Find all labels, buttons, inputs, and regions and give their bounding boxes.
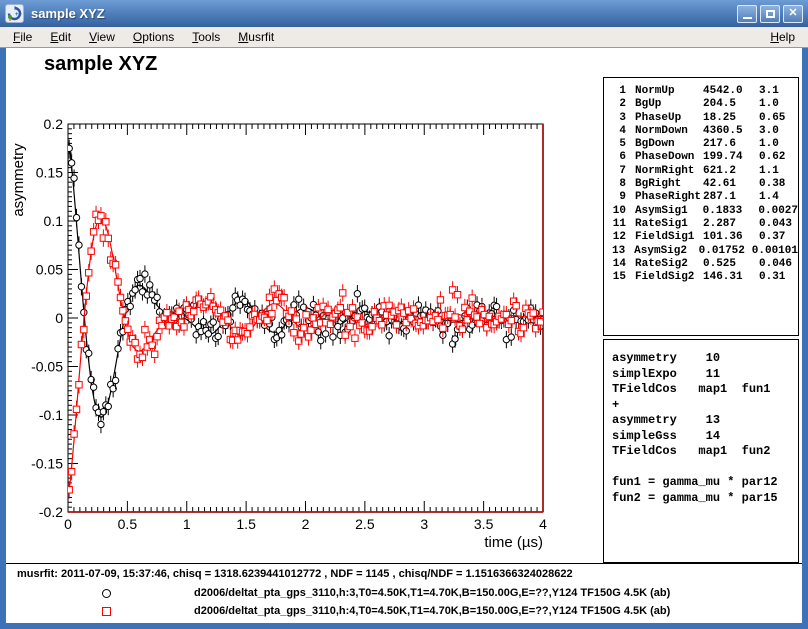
theory-box: asymmetry 10 simplExpo 11 TFieldCos map1… — [603, 339, 799, 563]
maximize-button[interactable] — [760, 5, 780, 23]
svg-text:-0.2: -0.2 — [39, 504, 63, 520]
menu-help[interactable]: Help — [761, 28, 804, 46]
svg-text:0.5: 0.5 — [118, 516, 138, 532]
maximize-icon — [766, 10, 775, 18]
param-row: 6PhaseDown199.740.62 — [604, 151, 798, 164]
close-button[interactable]: ✕ — [783, 5, 803, 23]
svg-text:0.1: 0.1 — [44, 213, 64, 229]
param-row: 7NormRight621.21.1 — [604, 165, 798, 178]
fit-parameter-table: 1NormUp4542.03.12BgUp204.51.03PhaseUp18.… — [603, 77, 799, 336]
svg-text:0: 0 — [55, 310, 63, 326]
param-row: 8BgRight42.610.38 — [604, 178, 798, 191]
param-row: 15FieldSig2146.310.31 — [604, 271, 798, 284]
square-marker-icon — [102, 607, 111, 616]
asymmetry-plot[interactable]: 0 0.5 1 1.5 2 2.5 3 3.5 4 0.2 0.15 0.1 0.05 0 -0.05 -0.… — [6, 48, 600, 564]
svg-text:0: 0 — [64, 516, 72, 532]
root-canvas: sample XYZ 00.511.522.533.540.20.150.10.… — [6, 48, 802, 623]
param-row: 5BgDown217.61.0 — [604, 138, 798, 151]
menu-item-edit[interactable]: Edit — [41, 28, 80, 46]
legend-entry-1: d2006/deltat_pta_gps_3110,h:3,T0=4.50K,T… — [6, 587, 802, 601]
svg-text:1.5: 1.5 — [236, 516, 256, 532]
svg-text:++: ++ — [15, 12, 22, 18]
fit-status-line: musrfit: 2011-07-09, 15:37:46, chisq = 1… — [17, 568, 573, 580]
param-row: 9PhaseRight287.11.4 — [604, 191, 798, 204]
menu-bar: FileEditViewOptionsToolsMusrfit Help — [0, 27, 808, 48]
svg-text:0.15: 0.15 — [36, 165, 63, 181]
svg-text:0.05: 0.05 — [36, 262, 63, 278]
theory-text: asymmetry 10 simplExpo 11 TFieldCos map1… — [604, 340, 798, 517]
menu-items: FileEditViewOptionsToolsMusrfit — [4, 28, 283, 46]
svg-text:1: 1 — [183, 516, 191, 532]
menu-item-musrfit[interactable]: Musrfit — [229, 28, 283, 46]
minimize-icon — [743, 17, 752, 19]
legend-label: d2006/deltat_pta_gps_3110,h:4,T0=4.50K,T… — [194, 605, 670, 617]
svg-text:-0.1: -0.1 — [39, 407, 63, 423]
param-row: 11RateSig12.2870.043 — [604, 218, 798, 231]
param-row: 10AsymSig10.18330.0027 — [604, 205, 798, 218]
svg-text:3.5: 3.5 — [474, 516, 494, 532]
param-row: 14RateSig20.5250.046 — [604, 258, 798, 271]
svg-text:time (µs): time (µs) — [484, 534, 543, 551]
title-bar[interactable]: ++ sample XYZ ✕ — [0, 0, 808, 27]
app-window: ++ sample XYZ ✕ FileEditViewOptionsTools… — [0, 0, 808, 629]
svg-text:3: 3 — [420, 516, 428, 532]
svg-text:0.2: 0.2 — [44, 116, 64, 132]
close-icon: ✕ — [788, 8, 797, 19]
legend-label: d2006/deltat_pta_gps_3110,h:3,T0=4.50K,T… — [194, 587, 670, 599]
param-row: 2BgUp204.51.0 — [604, 98, 798, 111]
svg-text:2: 2 — [302, 516, 310, 532]
param-row: 12FieldSig1101.360.37 — [604, 231, 798, 244]
circle-marker-icon — [102, 589, 111, 598]
menu-item-file[interactable]: File — [4, 28, 41, 46]
param-row: 13AsymSig20.017520.00101 — [604, 245, 798, 258]
svg-text:2.5: 2.5 — [355, 516, 375, 532]
svg-text:-0.05: -0.05 — [31, 359, 63, 375]
menu-item-tools[interactable]: Tools — [183, 28, 229, 46]
window-title: sample XYZ — [31, 6, 734, 21]
param-row: 4NormDown4360.53.0 — [604, 125, 798, 138]
svg-text:4: 4 — [539, 516, 547, 532]
legend-entry-2: d2006/deltat_pta_gps_3110,h:4,T0=4.50K,T… — [6, 605, 802, 619]
menu-item-options[interactable]: Options — [124, 28, 183, 46]
menu-item-view[interactable]: View — [80, 28, 124, 46]
minimize-button[interactable] — [737, 5, 757, 23]
pad-divider — [6, 563, 802, 564]
root-logo-icon: ++ — [5, 4, 24, 23]
param-row: 3PhaseUp18.250.65 — [604, 112, 798, 125]
svg-text:asymmetry: asymmetry — [10, 143, 27, 217]
param-row: 1NormUp4542.03.1 — [604, 85, 798, 98]
svg-text:-0.15: -0.15 — [31, 456, 63, 472]
